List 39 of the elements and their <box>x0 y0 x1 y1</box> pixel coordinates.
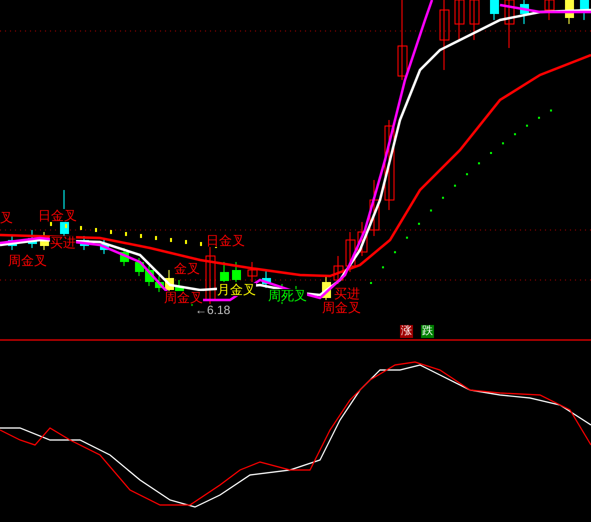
candlestick <box>28 230 37 248</box>
candlestick <box>370 180 380 236</box>
candlestick <box>358 222 368 256</box>
signal-label: 金叉 <box>174 262 200 275</box>
candlestick <box>346 232 356 272</box>
candlestick <box>232 262 241 282</box>
candlestick <box>520 0 529 24</box>
candlestick <box>490 0 499 20</box>
signal-label: 日金叉 <box>206 234 245 247</box>
candlestick <box>100 240 109 254</box>
candlestick <box>580 0 589 20</box>
signal-label: 月金叉 <box>217 283 256 296</box>
signal-label: 买进 <box>334 287 360 300</box>
candlestick <box>220 262 229 282</box>
signal-label: 周金叉 <box>8 254 47 267</box>
candlestick <box>145 266 154 286</box>
candlestick <box>440 0 450 70</box>
candlestick <box>454 0 464 40</box>
candlestick <box>262 270 271 288</box>
candlestick <box>470 0 480 40</box>
candlestick <box>206 246 216 304</box>
candlestick <box>322 276 331 300</box>
signal-label: 周金叉 <box>322 301 361 314</box>
candlestick <box>544 0 554 20</box>
candlestick <box>40 232 49 250</box>
legend-tag: 跌 <box>421 325 434 338</box>
candlestick <box>120 248 129 266</box>
candlestick <box>334 256 344 284</box>
legend-tag: 涨 <box>400 325 413 338</box>
low-price-label: ←6.18 <box>195 304 230 316</box>
candlestick <box>248 262 258 282</box>
candlestick <box>504 0 514 48</box>
signal-label: 日金叉 <box>38 209 77 222</box>
candlestick <box>80 236 89 250</box>
signal-label: 叉 <box>0 211 13 224</box>
candlestick <box>135 258 144 276</box>
candlestick <box>8 236 17 250</box>
signal-label: 周金叉 <box>164 291 203 304</box>
signal-label: 买进 <box>50 236 76 249</box>
